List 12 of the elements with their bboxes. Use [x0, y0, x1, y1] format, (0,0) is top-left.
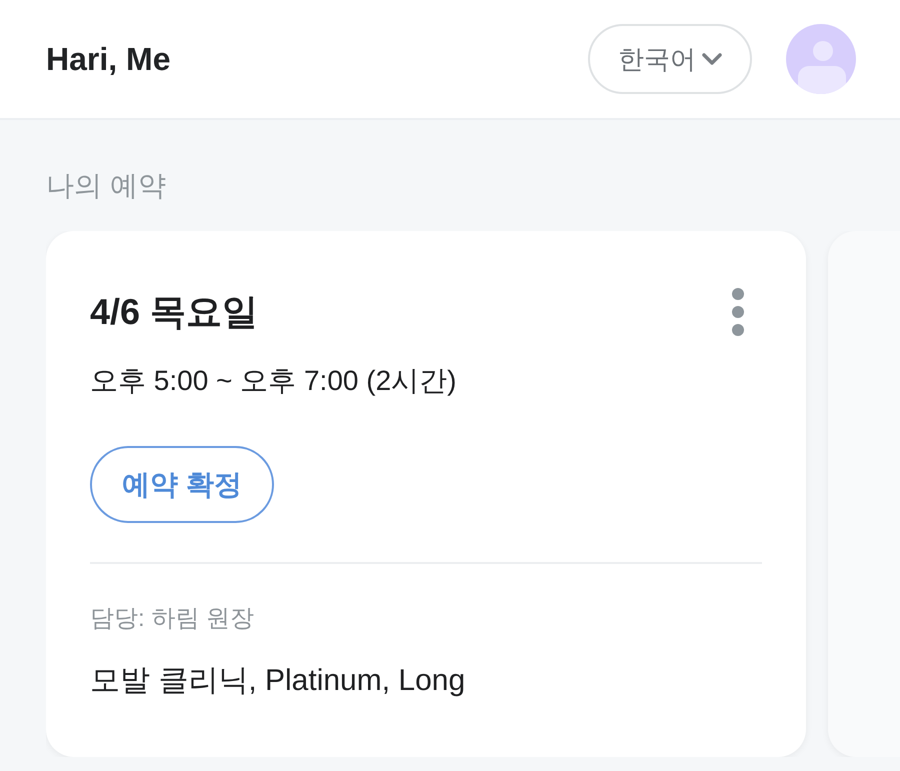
section-title: 나의 예약 [46, 169, 167, 203]
chevron-down-icon [702, 53, 722, 65]
page-title: Hari, Me [46, 40, 170, 79]
avatar-icon[interactable] [786, 24, 856, 94]
kebab-menu-icon [732, 288, 744, 336]
reservation-time: 오후 5:00 ~ 오후 7:00 (2시간) [90, 364, 458, 398]
service-details: 모발 클리닉, Platinum, Long [90, 663, 466, 699]
staff-name: 담당: 하림 원장 [90, 604, 256, 634]
language-dropdown[interactable]: 한국어 [588, 24, 752, 94]
reservation-date: 4/6 목요일 [90, 290, 258, 334]
status-badge: 예약 확정 [90, 446, 274, 523]
reservation-card[interactable]: 4/6 목요일 오후 5:00 ~ 오후 7:00 (2시간) 예약 확정 담당: 하림 원장 모발 클리닉, Platinum, Long [46, 231, 806, 757]
